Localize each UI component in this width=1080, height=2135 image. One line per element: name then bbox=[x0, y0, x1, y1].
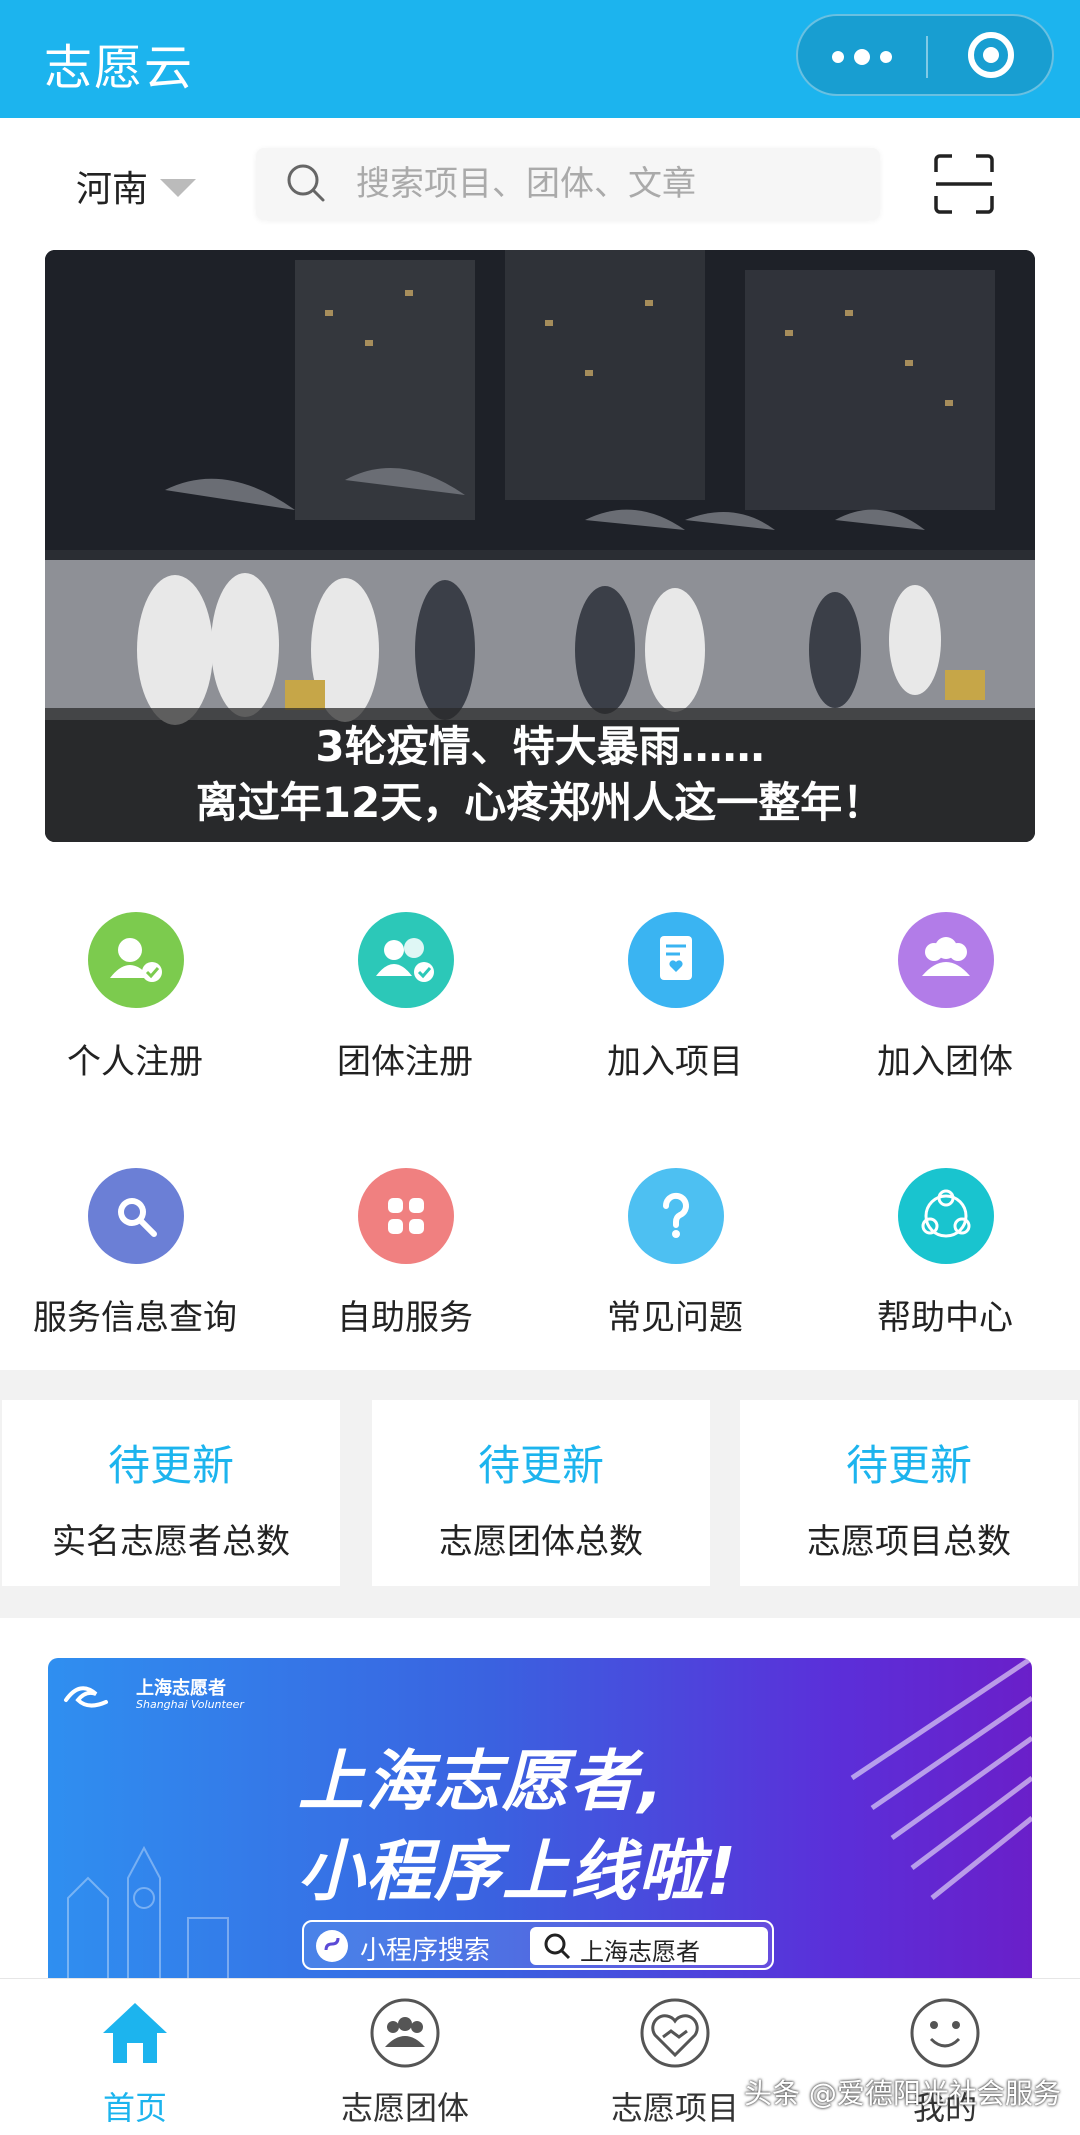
grid-item-label: 加入团体 bbox=[877, 1042, 1013, 1082]
grid-item-label: 团体注册 bbox=[337, 1042, 473, 1082]
shanghai-volunteer-logo bbox=[64, 1686, 108, 1708]
search-icon bbox=[88, 1168, 184, 1264]
promo-headline-2: 小程序上线啦! bbox=[298, 1833, 739, 1910]
dot-icon bbox=[832, 51, 844, 63]
person-check-icon bbox=[88, 912, 184, 1008]
document-heart-icon bbox=[628, 912, 724, 1008]
grid-item-join-group[interactable]: 加入团体 bbox=[810, 912, 1080, 1112]
grid-item-label: 帮助中心 bbox=[877, 1298, 1013, 1338]
search-input[interactable] bbox=[356, 156, 856, 212]
stat-label: 志愿团体总数 bbox=[439, 1522, 643, 1562]
caret-down-icon bbox=[160, 179, 197, 197]
more-options-button[interactable] bbox=[798, 16, 926, 98]
group-icon bbox=[898, 912, 994, 1008]
promo-search-term: 上海志愿者 bbox=[580, 1938, 700, 1966]
promo-logo-subtitle: Shanghai Volunteer bbox=[136, 1698, 244, 1711]
stat-value: 待更新 bbox=[845, 1441, 972, 1490]
grid-item-help-center[interactable]: 帮助中心 bbox=[810, 1168, 1080, 1368]
grid-item-label: 加入项目 bbox=[607, 1042, 743, 1082]
network-icon bbox=[898, 1168, 994, 1264]
grid-item-self-service[interactable]: 自助服务 bbox=[270, 1168, 540, 1368]
dot-icon bbox=[854, 49, 870, 65]
dot-icon bbox=[880, 51, 892, 63]
search-bar[interactable] bbox=[256, 148, 880, 220]
stat-card-projects: 待更新 志愿项目总数 bbox=[740, 1400, 1078, 1586]
stat-label: 实名志愿者总数 bbox=[52, 1522, 290, 1562]
stat-card-groups: 待更新 志愿团体总数 bbox=[372, 1400, 710, 1586]
smiley-icon bbox=[910, 1998, 980, 2068]
heart-clover-icon bbox=[358, 1168, 454, 1264]
question-icon bbox=[628, 1168, 724, 1264]
tab-label: 首页 bbox=[102, 2089, 167, 2127]
banner-caption-line1: 3轮疫情、特大暴雨…… bbox=[315, 722, 765, 771]
news-banner[interactable]: 3轮疫情、特大暴雨…… 离过年12天，心疼郑州人这一整年！ bbox=[45, 250, 1035, 842]
home-icon bbox=[103, 2003, 167, 2063]
stat-card-volunteers: 待更新 实名志愿者总数 bbox=[2, 1400, 340, 1586]
app-header: 志愿云 bbox=[0, 0, 1080, 118]
app-title: 志愿云 bbox=[44, 40, 195, 96]
stat-value: 待更新 bbox=[477, 1441, 604, 1490]
promo-headline-1: 上海志愿者, bbox=[298, 1743, 666, 1820]
grid-item-label: 常见问题 bbox=[607, 1298, 743, 1338]
scan-icon[interactable] bbox=[932, 152, 996, 216]
city-skyline-decoration bbox=[67, 1845, 229, 1978]
stat-label: 志愿项目总数 bbox=[807, 1522, 1011, 1562]
search-icon bbox=[287, 164, 325, 202]
tab-volunteer-groups[interactable]: 志愿团体 bbox=[270, 1997, 540, 2127]
promo-logo-text: 上海志愿者 bbox=[136, 1678, 226, 1699]
watermark-text: 头条 @爱德阳光社会服务 bbox=[744, 2077, 1061, 2110]
miniprogram-capsule bbox=[796, 14, 1054, 96]
promo-banner[interactable]: 上海志愿者 Shanghai Volunteer 上海志愿者, 小程序上线啦! … bbox=[48, 1658, 1032, 1978]
capsule-divider bbox=[926, 36, 928, 78]
grid-item-faq[interactable]: 常见问题 bbox=[540, 1168, 810, 1368]
grid-item-label: 个人注册 bbox=[67, 1042, 203, 1082]
grid-item-group-register[interactable]: 团体注册 bbox=[270, 912, 540, 1112]
group-check-icon bbox=[358, 912, 454, 1008]
miniprogram-icon bbox=[316, 1930, 348, 1962]
promo-search-pill: 小程序搜索 上海志愿者 bbox=[302, 1920, 774, 1970]
region-label: 河南 bbox=[76, 169, 149, 210]
handshake-heart-icon bbox=[640, 1998, 710, 2068]
grid-item-personal-register[interactable]: 个人注册 bbox=[0, 912, 270, 1112]
tab-home[interactable]: 首页 bbox=[0, 1997, 270, 2127]
banner-caption: 3轮疫情、特大暴雨…… 离过年12天，心疼郑州人这一整年！ bbox=[45, 708, 1035, 842]
promo-search-box: 上海志愿者 bbox=[530, 1927, 768, 1966]
grid-item-label: 服务信息查询 bbox=[33, 1298, 237, 1338]
close-miniprogram-icon[interactable] bbox=[968, 32, 1014, 78]
banner-caption-line2: 离过年12天，心疼郑州人这一整年！ bbox=[195, 778, 885, 827]
grid-item-join-project[interactable]: 加入项目 bbox=[540, 912, 810, 1112]
stat-value: 待更新 bbox=[107, 1441, 234, 1490]
region-selector[interactable]: 河南 bbox=[76, 160, 197, 212]
grid-item-service-query[interactable]: 服务信息查询 bbox=[0, 1168, 270, 1368]
search-icon bbox=[544, 1933, 571, 1960]
group-icon bbox=[370, 1998, 440, 2068]
tab-label: 志愿团体 bbox=[340, 2089, 469, 2127]
promo-search-prefix: 小程序搜索 bbox=[360, 1936, 491, 1966]
decorative-stripes bbox=[850, 1658, 1032, 1900]
grid-item-label: 自助服务 bbox=[337, 1298, 473, 1338]
